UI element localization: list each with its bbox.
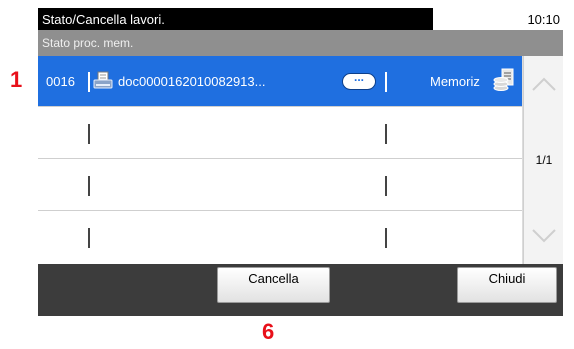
column-separator xyxy=(385,176,387,196)
scroll-column: 1/1 xyxy=(523,56,563,264)
subtitle-bar: Stato proc. mem. xyxy=(38,30,563,56)
details-button-label: ... xyxy=(353,70,364,84)
delete-button[interactable]: Cancella xyxy=(217,267,330,303)
column-separator xyxy=(88,176,90,196)
column-separator xyxy=(385,72,387,92)
column-separator xyxy=(385,228,387,248)
page-indicator: 1/1 xyxy=(535,153,553,167)
job-row[interactable] xyxy=(38,212,522,263)
job-row[interactable] xyxy=(38,108,522,159)
subtitle-text: Stato proc. mem. xyxy=(42,36,134,50)
bottom-bar: Cancella Chiudi xyxy=(38,264,563,316)
job-status: Memoriz xyxy=(430,74,480,89)
job-list: 0016 doc0000162010082913... ... Memoriz xyxy=(38,56,522,264)
title-area: Stato/Cancella lavori. xyxy=(38,8,433,30)
printer-document-icon xyxy=(93,71,113,89)
chevron-up-icon[interactable] xyxy=(528,64,560,104)
chevron-down-icon[interactable] xyxy=(528,216,560,256)
column-separator xyxy=(88,72,90,92)
column-separator xyxy=(385,124,387,144)
details-button[interactable]: ... xyxy=(342,70,376,90)
title-bar: Stato/Cancella lavori. 10:10 xyxy=(38,8,563,30)
job-row[interactable]: 0016 doc0000162010082913... ... Memoriz xyxy=(38,56,522,107)
close-button[interactable]: Chiudi xyxy=(457,267,557,303)
clock: 10:10 xyxy=(527,12,560,27)
job-row[interactable] xyxy=(38,160,522,211)
job-number: 0016 xyxy=(46,74,75,89)
callout-1: 1 xyxy=(10,67,23,92)
column-separator xyxy=(88,228,90,248)
callout-6: 6 xyxy=(262,319,275,344)
document-name: doc0000162010082913... xyxy=(118,74,266,89)
column-separator xyxy=(88,124,90,144)
window-title: Stato/Cancella lavori. xyxy=(42,12,165,27)
memory-storage-icon xyxy=(493,68,514,91)
